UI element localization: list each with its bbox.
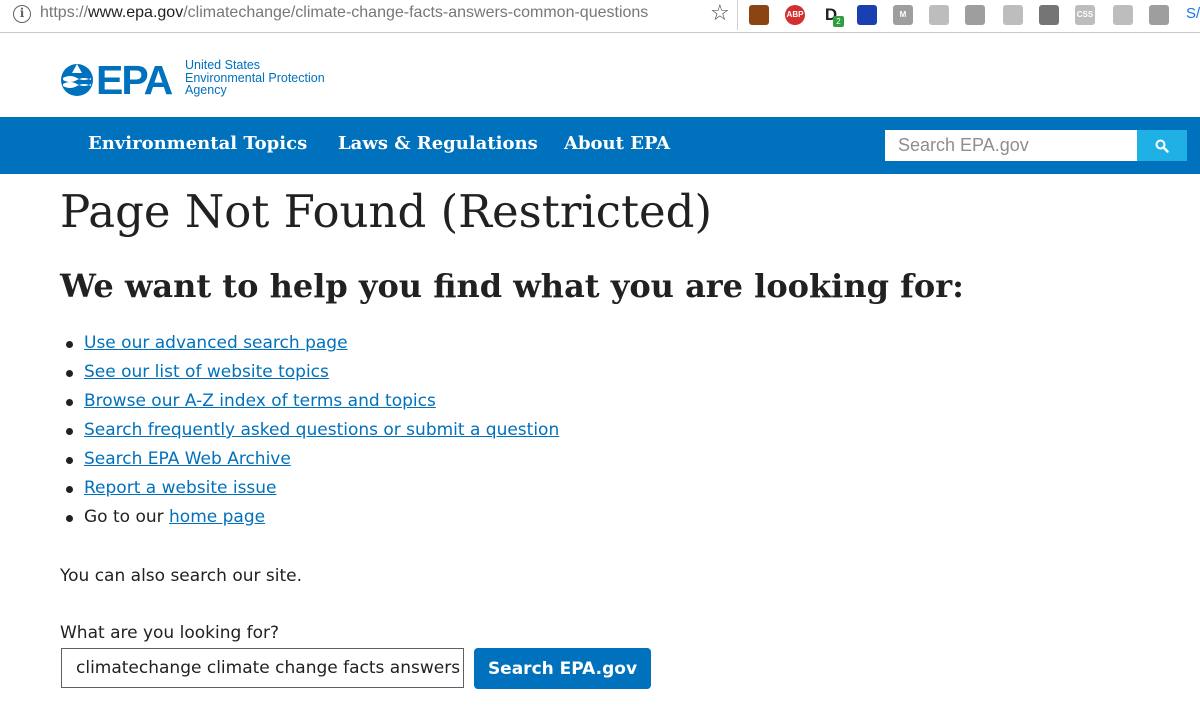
page-title: Page Not Found (Restricted) xyxy=(60,185,713,238)
list-item: Browse our A-Z index of terms and topics xyxy=(60,389,559,418)
faq-link[interactable]: Search frequently asked questions or sub… xyxy=(84,420,559,440)
blue-column-extension-icon[interactable] xyxy=(857,5,877,25)
adblock-plus-icon[interactable]: ABP xyxy=(785,5,805,25)
site-header: EPA United States Environmental Protecti… xyxy=(0,33,1200,117)
circle-extension-icon[interactable] xyxy=(929,5,949,25)
help-link-list: Use our advanced search page See our lis… xyxy=(60,331,559,534)
header-search-button[interactable] xyxy=(1137,130,1187,161)
agency-line-3: Agency xyxy=(185,83,227,97)
home-prefix-text: Go to our xyxy=(84,507,170,527)
css-extension-icon[interactable]: CSS xyxy=(1075,5,1095,25)
help-heading: We want to help you find what you are lo… xyxy=(60,267,964,305)
search-label: What are you looking for? xyxy=(60,623,280,643)
list-item: Go to our home page xyxy=(60,505,559,534)
url-path: /climatechange/climate-change-facts-answ… xyxy=(183,4,649,21)
list-item: Report a website issue xyxy=(60,476,559,505)
agency-line-1: United States xyxy=(185,58,261,72)
address-bar[interactable]: i https://www.epa.gov/climatechange/clim… xyxy=(0,0,738,30)
home-page-link[interactable]: home page xyxy=(169,507,265,527)
list-item: See our list of website topics xyxy=(60,360,559,389)
browser-toolbar: i https://www.epa.gov/climatechange/clim… xyxy=(0,0,1200,33)
list-item: Use our advanced search page xyxy=(60,331,559,360)
list-item: Search frequently asked questions or sub… xyxy=(60,418,559,447)
url-host: www.epa.gov xyxy=(88,4,184,21)
a-z-index-link[interactable]: Browse our A-Z index of terms and topics xyxy=(84,391,436,411)
play-extension-icon[interactable] xyxy=(1149,5,1169,25)
overflow-text: S/ xyxy=(1186,5,1200,22)
search-icon xyxy=(1155,139,1169,153)
slash-circle-extension-icon[interactable] xyxy=(1113,5,1133,25)
also-search-text: You can also search our site. xyxy=(60,566,303,586)
advanced-search-link[interactable]: Use our advanced search page xyxy=(84,333,348,353)
url-scheme: https:// xyxy=(40,4,89,21)
wrench-extension-icon[interactable] xyxy=(965,5,985,25)
info-icon[interactable]: i xyxy=(13,5,31,23)
web-archive-link[interactable]: Search EPA Web Archive xyxy=(84,449,291,469)
epa-logo[interactable]: EPA xyxy=(60,59,176,101)
search-epa-button[interactable]: Search EPA.gov xyxy=(474,648,651,689)
report-issue-link[interactable]: Report a website issue xyxy=(84,478,277,498)
m-extension-icon[interactable]: M xyxy=(893,5,913,25)
extension-badge: 2 xyxy=(833,16,844,27)
website-topics-link[interactable]: See our list of website topics xyxy=(84,362,329,382)
shield-extension-icon[interactable] xyxy=(1039,5,1059,25)
main-nav: Environmental Topics Laws & Regulations … xyxy=(0,117,1200,174)
nav-laws-regulations[interactable]: Laws & Regulations xyxy=(338,133,538,154)
image-extension-icon[interactable] xyxy=(749,5,769,25)
site-search-input[interactable] xyxy=(61,648,464,688)
agency-name: United States Environmental Protection A… xyxy=(185,59,325,97)
bookmark-star-icon[interactable]: ☆ xyxy=(710,1,730,27)
logo-text: EPA xyxy=(96,59,173,101)
url-text[interactable]: https://www.epa.gov/climatechange/climat… xyxy=(40,4,648,22)
tab-extension-icon[interactable] xyxy=(1003,5,1023,25)
list-item: Search EPA Web Archive xyxy=(60,447,559,476)
nav-about-epa[interactable]: About EPA xyxy=(564,133,670,154)
nav-environmental-topics[interactable]: Environmental Topics xyxy=(88,133,307,154)
header-search-input[interactable] xyxy=(885,130,1137,161)
